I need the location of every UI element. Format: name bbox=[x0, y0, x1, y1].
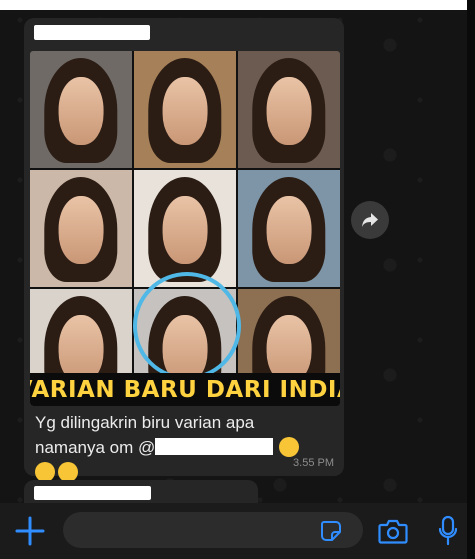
top-strip bbox=[0, 0, 475, 10]
image-caption-band: VARIAN BARU DARI INDIA bbox=[30, 373, 340, 406]
message-timestamp: 3.55 PM bbox=[293, 457, 334, 469]
right-edge-strip bbox=[467, 0, 475, 559]
microphone-icon[interactable] bbox=[438, 515, 458, 547]
collage-photo bbox=[30, 170, 132, 287]
mention-prefix: namanya om @ bbox=[35, 438, 156, 457]
highlight-circle bbox=[133, 272, 241, 380]
collage-photo bbox=[238, 170, 340, 287]
next-message-bubble[interactable] bbox=[24, 480, 258, 504]
redacted-sender-name bbox=[34, 25, 150, 40]
message-text-line: Yg dilingakrin biru varian apa bbox=[35, 413, 255, 432]
collage-photo bbox=[134, 51, 236, 168]
redacted-mention bbox=[155, 438, 274, 455]
message-text: Yg dilingakrin biru varian apa namanya o… bbox=[35, 410, 335, 485]
grinning-emoji-icon bbox=[279, 437, 300, 457]
image-caption-text: VARIAN BARU DARI INDIA bbox=[30, 376, 340, 403]
message-bubble[interactable]: VARIAN BARU DARI INDIA Yg dilingakrin bi… bbox=[24, 18, 344, 482]
input-bar bbox=[0, 503, 475, 559]
forward-button[interactable] bbox=[351, 201, 389, 239]
collage-photo bbox=[134, 170, 236, 287]
redacted-sender-name bbox=[34, 486, 151, 500]
grinning-emoji-icon bbox=[35, 462, 55, 482]
message-input[interactable] bbox=[63, 512, 363, 548]
plus-icon[interactable] bbox=[14, 515, 46, 547]
forward-arrow-icon bbox=[362, 213, 378, 227]
sticker-icon[interactable] bbox=[320, 520, 342, 542]
camera-icon[interactable] bbox=[378, 517, 408, 545]
collage-photo bbox=[30, 51, 132, 168]
collage-photo bbox=[238, 51, 340, 168]
message-text-line: namanya om @ bbox=[35, 435, 335, 460]
shushing-emoji-icon bbox=[58, 462, 78, 482]
image-collage[interactable]: VARIAN BARU DARI INDIA bbox=[30, 51, 340, 406]
